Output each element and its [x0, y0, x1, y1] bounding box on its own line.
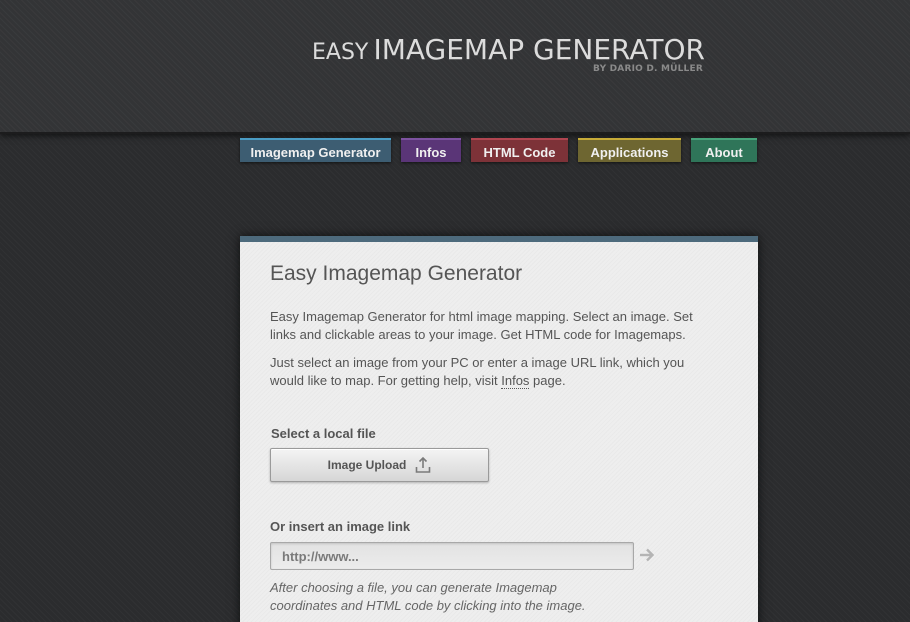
site-header: EASY IMAGEMAP GENERATOR BY DARIO D. MÜLL…: [0, 0, 910, 134]
nav-item-infos[interactable]: Infos: [401, 138, 461, 162]
page-title: Easy Imagemap Generator: [270, 262, 523, 285]
local-file-label: Select a local file: [271, 426, 376, 441]
nav-item-applications[interactable]: Applications: [578, 138, 681, 162]
intro-text: Easy Imagemap Generator for html image m…: [270, 309, 693, 342]
arrow-right-icon[interactable]: [638, 546, 656, 564]
nav-item-about[interactable]: About: [691, 138, 757, 162]
nav-item-imagemap-generator[interactable]: Imagemap Generator: [240, 138, 391, 162]
site-logo[interactable]: EASY IMAGEMAP GENERATOR: [312, 33, 705, 66]
logo-text-easy: EASY: [312, 40, 369, 65]
content-panel: Easy Imagemap Generator Easy Imagemap Ge…: [240, 236, 758, 622]
author-byline: BY DARIO D. MÜLLER: [593, 64, 703, 74]
image-link-label: Or insert an image link: [270, 519, 411, 534]
help-text: Just select an image from your PC or ent…: [270, 354, 720, 390]
upload-icon: [415, 456, 431, 474]
logo-text-main: IMAGEMAP GENERATOR: [373, 33, 705, 66]
upload-button-label: Image Upload: [327, 458, 407, 472]
infos-link[interactable]: Infos: [501, 373, 530, 389]
help-text-after: page.: [529, 373, 566, 388]
image-url-input[interactable]: [270, 542, 634, 570]
nav-item-html-code[interactable]: HTML Code: [471, 138, 568, 162]
image-upload-button[interactable]: Image Upload: [270, 448, 489, 482]
help-text-before: Just select an image from your PC or ent…: [270, 355, 685, 388]
usage-hint: After choosing a file, you can generate …: [270, 580, 586, 613]
